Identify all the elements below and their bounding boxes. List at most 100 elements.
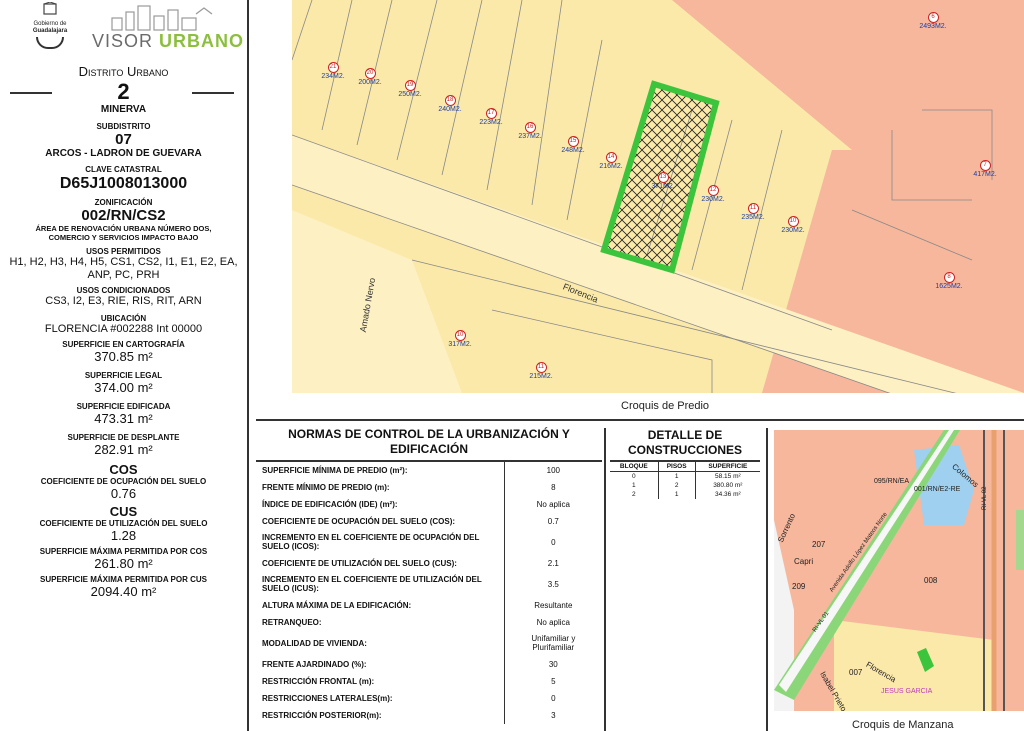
seal-arc-icon xyxy=(36,37,64,49)
detalle-cell: 1 xyxy=(657,471,696,481)
lot-area: 417M2. xyxy=(973,171,997,178)
lot-area: 248M2. xyxy=(561,147,585,154)
district-block: Distrito Urbano 2 MINERVA xyxy=(0,64,247,116)
lot-marker[interactable]: 8 1625M2. xyxy=(932,272,966,291)
cus-block: CUS COEFICIENTE DE UTILIZACIÓN DEL SUELO… xyxy=(0,505,247,544)
normas-row-label: RETRANQUEO: xyxy=(256,613,505,631)
sup-cartografia-block: SUPERFICIE EN CARTOGRAFÍA 370.85 m² xyxy=(0,340,247,364)
normas-row-value: 2.1 xyxy=(547,558,559,568)
normas-row-value: 100 xyxy=(546,465,560,475)
lot-marker[interactable]: 19 250M2. xyxy=(393,80,427,99)
subdistrict-label: SUBDISTRITO xyxy=(96,122,151,131)
lot-number: 11 xyxy=(747,203,759,214)
lot-area: 230M2. xyxy=(781,227,805,234)
normas-row-value: No aplica xyxy=(536,499,570,509)
lot-marker[interactable]: 7 417M2. xyxy=(968,160,1002,179)
normas-row-value: 30 xyxy=(548,659,558,669)
lot-area: 234M2. xyxy=(321,73,345,80)
seal-text-2: Guadalajara xyxy=(32,28,68,34)
detalle-cell: 58.15 m² xyxy=(694,471,760,481)
lot-marker[interactable]: 11 215M2. xyxy=(524,362,558,381)
divider-right xyxy=(192,92,234,94)
normas-row-value: Unifamiliar y Plurifamiliar xyxy=(531,634,576,652)
sup-cartografia-label: SUPERFICIE EN CARTOGRAFÍA xyxy=(62,340,185,349)
lot-marker[interactable]: 16 237M2. xyxy=(513,122,547,141)
detalle-row: 2 1 34.36 m² xyxy=(610,489,760,499)
lot-area: 223M2. xyxy=(479,119,503,126)
max-cus-block: SUPERFICIE MÁXIMA PERMITIDA POR CUS 2094… xyxy=(0,575,247,599)
normas-row: ÍNDICE DE EDIFICACIÓN (IDE) (m²): No apli… xyxy=(256,495,602,513)
max-cos-label: SUPERFICIE MÁXIMA PERMITIDA POR COS xyxy=(39,547,208,556)
lot-area: 215M2. xyxy=(529,373,553,380)
normas-row: COEFICIENTE DE UTILIZACIÓN DEL SUELO (CU… xyxy=(256,554,602,572)
detalle-table: BLOQUE PISOS SUPERFICIE 0 1 58.15 m² 1 2 380.80 … xyxy=(610,461,760,499)
usos-permitidos-line-2: ANP, PC, PRH xyxy=(87,269,160,281)
normas-row-label: RESTRICCIONES LATERALES(m): xyxy=(256,689,505,707)
max-cos-value: 261.80 m² xyxy=(94,556,153,571)
lot-marker[interactable]: 11 235M2. xyxy=(736,203,770,222)
detalle-cell: 0 xyxy=(632,472,636,480)
lot-marker[interactable]: 20 200M2. xyxy=(353,68,387,87)
manzana-label: Capri xyxy=(794,557,814,566)
lot-marker[interactable]: 6 2493M2. xyxy=(916,12,950,31)
lot-area: 216M2. xyxy=(599,163,623,170)
max-cus-label: SUPERFICIE MÁXIMA PERMITIDA POR CUS xyxy=(40,575,207,584)
manzana-label: 207 xyxy=(812,540,826,549)
normas-row-label: INCREMENTO EN EL COEFICIENTE DE UTILIZAC… xyxy=(256,571,505,597)
normas-row-label: COEFICIENTE DE UTILIZACIÓN DEL SUELO (CU… xyxy=(256,554,505,572)
normas-row-label: SUPERFICIE MÍNIMA DE PREDIO (m²): xyxy=(256,461,505,479)
lot-area: 240M2. xyxy=(438,106,462,113)
sup-desplante-value: 282.91 m² xyxy=(94,442,153,457)
sup-cartografia-value: 370.85 m² xyxy=(94,349,153,364)
lot-marker[interactable]: 21 234M2. xyxy=(316,62,350,81)
normas-table: SUPERFICIE MÍNIMA DE PREDIO (m²): 100 FREN… xyxy=(256,461,602,724)
normas-row-value: No aplica xyxy=(536,617,570,627)
lot-number: 20 xyxy=(364,68,376,79)
lot-marker[interactable]: 10 230M2. xyxy=(776,216,810,235)
detalle-cell: 34.36 m² xyxy=(694,489,760,499)
predio-map[interactable]: 21 234M2. 20 200M2. 19 250M2. 18 240M2. 17 223M2.… xyxy=(292,0,1024,393)
cos-title: COS xyxy=(109,462,138,477)
lot-number: 16 xyxy=(524,122,536,133)
lot-marker[interactable]: 18 240M2. xyxy=(433,95,467,114)
lot-area: 200M2. xyxy=(358,79,382,86)
lot-marker[interactable]: 10 317M2. xyxy=(443,330,477,349)
lot-number: 11 xyxy=(535,362,547,373)
lot-marker[interactable]: 12 230M2. xyxy=(696,185,730,204)
lot-area: 230M2. xyxy=(701,196,725,203)
manzana-label: 007 xyxy=(849,668,863,677)
detalle-header-cell: SUPERFICIE xyxy=(694,461,760,472)
detalle-cell: 1 xyxy=(657,489,696,499)
lot-marker[interactable]: 14 216M2. xyxy=(594,152,628,171)
detalle-cell: 2 xyxy=(657,480,696,490)
seal-text-1: Gobierno de xyxy=(33,21,67,27)
max-cos-block: SUPERFICIE MÁXIMA PERMITIDA POR COS 261.… xyxy=(0,547,247,571)
normas-row: INCREMENTO EN EL COEFICIENTE DE UTILIZAC… xyxy=(256,571,602,597)
clave-value: D65J1008013000 xyxy=(59,175,188,192)
detalle-header-cell: PISOS xyxy=(657,461,696,472)
lot-marker[interactable]: 13 371M2. xyxy=(646,172,680,191)
detalle-title: DETALLE DE CONSTRUCCIONES xyxy=(627,428,742,457)
sup-legal-block: SUPERFICIE LEGAL 374.00 m² xyxy=(0,371,247,395)
detalle-header-row: BLOQUE PISOS SUPERFICIE xyxy=(610,461,760,472)
normas-row: SUPERFICIE MÍNIMA DE PREDIO (m²): 100 xyxy=(256,461,602,479)
usos-permitidos-block: USOS PERMITIDOS H1, H2, H3, H4, H5, CS1,… xyxy=(0,247,247,282)
normas-row-value: 0 xyxy=(551,693,556,703)
urbano-word: URBANO xyxy=(159,31,245,51)
usos-condicionados-label: USOS CONDICIONADOS xyxy=(76,286,171,295)
cus-value: 1.28 xyxy=(110,528,137,543)
normas-row: ALTURA MÁXIMA DE LA EDIFICACIÓN: Resultan… xyxy=(256,596,602,614)
sup-desplante-label: SUPERFICIE DE DESPLANTE xyxy=(67,433,180,442)
lot-marker[interactable]: 15 248M2. xyxy=(556,136,590,155)
normas-row-label: MODALIDAD DE VIVIENDA: xyxy=(256,630,505,656)
manzana-map[interactable]: 095/RN/EA 001/RN/E2-RE Colomos 207 209 008 007… xyxy=(774,430,1024,711)
visor-urbano-logo: VISOR URBANO xyxy=(92,4,243,52)
normas-row-label: ALTURA MÁXIMA DE LA EDIFICACIÓN: xyxy=(256,596,505,614)
manzana-caption: Croquis de Manzana xyxy=(852,719,954,731)
normas-row: FRENTE AJARDINADO (%): 30 xyxy=(256,655,602,673)
normas-title: NORMAS DE CONTROL DE LA URBANIZACIÓN Y E… xyxy=(288,427,570,456)
manzana-label: 095/RN/EA xyxy=(874,478,910,485)
lot-marker[interactable]: 17 223M2. xyxy=(474,108,508,127)
normas-row-value: 8 xyxy=(551,482,556,492)
section-divider xyxy=(256,419,1024,421)
